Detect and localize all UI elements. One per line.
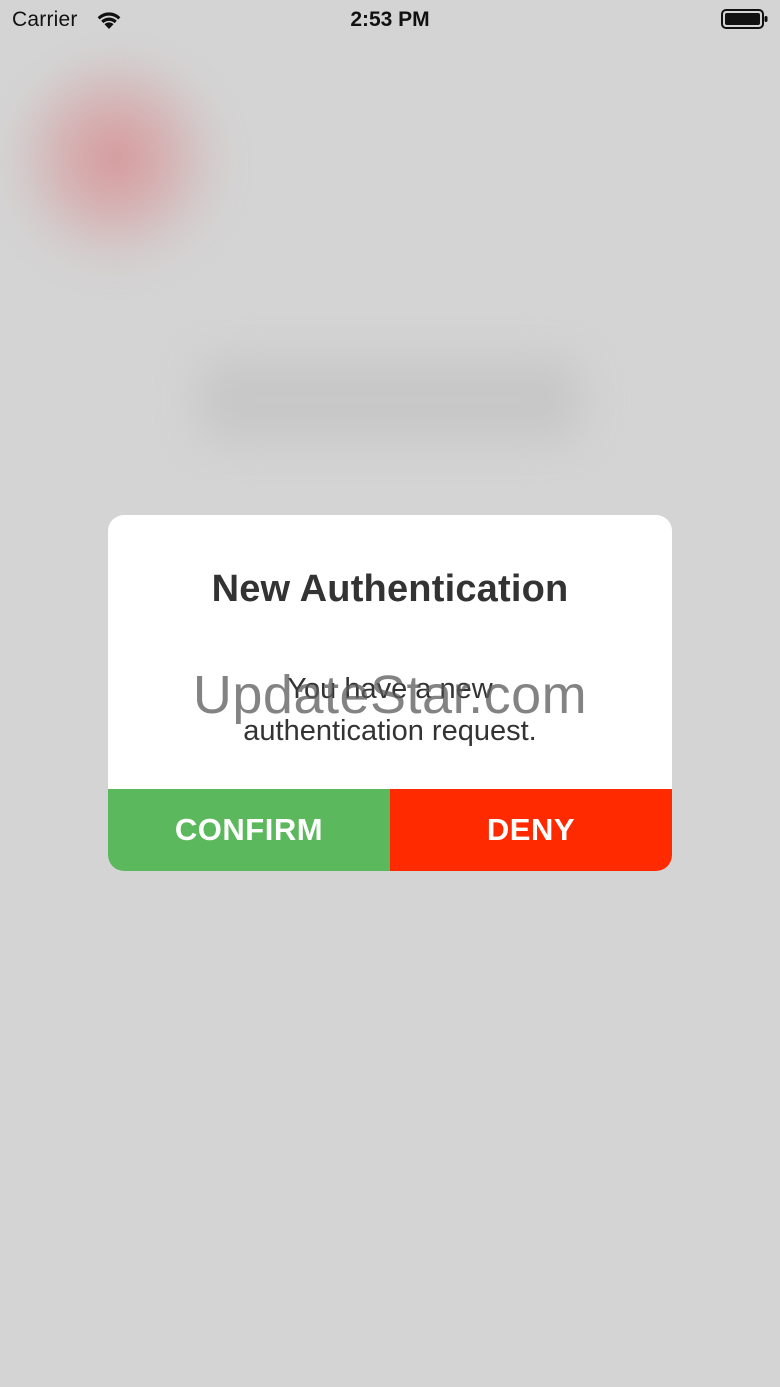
battery-icon [721,9,768,29]
dialog-message-line-1: You have a new [287,673,493,705]
dialog-message: You have a new authentication request. [108,668,672,752]
status-bar: Carrier 2:53 PM [0,0,780,40]
dialog-message-line-2: authentication request. [243,715,537,747]
dialog-title: New Authentication [211,568,569,610]
confirm-button[interactable]: CONFIRM [108,789,390,871]
blurred-background-bar [200,360,580,440]
deny-button[interactable]: DENY [390,789,672,871]
clock: 2:53 PM [350,8,430,31]
dialog-button-row: CONFIRM DENY [108,789,672,871]
blurred-background-blob [0,50,240,290]
